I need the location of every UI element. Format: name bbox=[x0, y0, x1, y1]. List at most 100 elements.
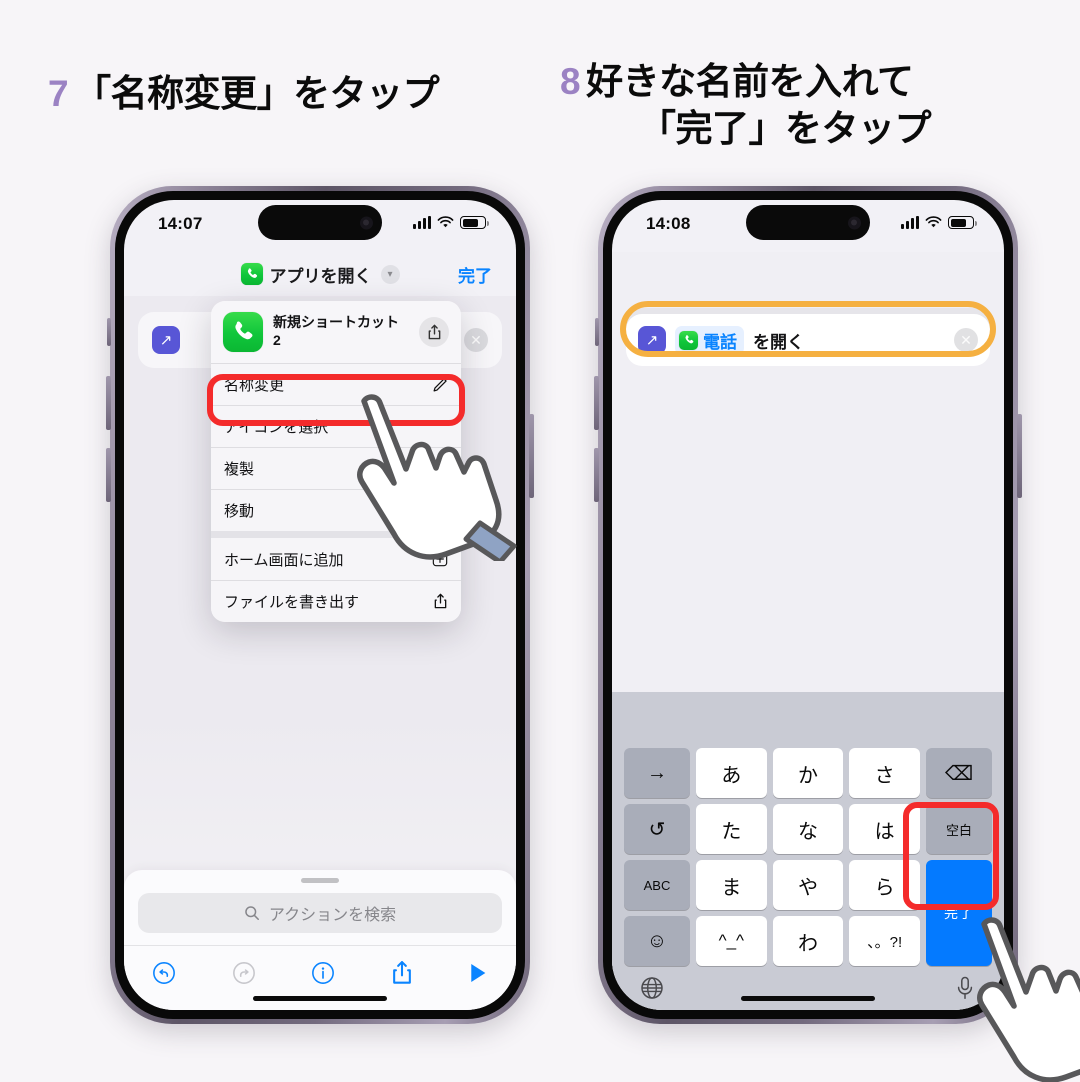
share-icon bbox=[433, 593, 448, 610]
context-menu-item-move[interactable]: 移動 bbox=[211, 489, 461, 531]
status-bar: 14:07 bbox=[124, 200, 516, 252]
key-a[interactable]: あ bbox=[696, 748, 767, 798]
iphone-right: 14:08 電話 bbox=[594, 186, 1022, 1024]
volume-down-button[interactable] bbox=[106, 448, 111, 502]
undo-icon[interactable] bbox=[152, 961, 176, 990]
plus-square-icon bbox=[432, 551, 448, 567]
bottom-sheet: アクションを検索 bbox=[124, 870, 516, 1010]
open-app-arrow-icon: ↗ bbox=[638, 326, 666, 354]
close-circle-icon[interactable]: ✕ bbox=[464, 328, 488, 352]
step-heading-line2: 「完了」をタップ bbox=[639, 108, 932, 150]
microphone-icon[interactable] bbox=[954, 976, 976, 1005]
key-ta[interactable]: た bbox=[696, 804, 767, 854]
action-row-suffix: を開く bbox=[753, 332, 804, 352]
step-number: 8 bbox=[560, 61, 581, 102]
front-camera-icon bbox=[848, 216, 861, 229]
volume-up-button[interactable] bbox=[594, 376, 599, 430]
step-heading-text: 「名称変更」をタップ bbox=[74, 73, 440, 114]
key-done[interactable]: 完了 bbox=[925, 860, 992, 966]
key-punctuation[interactable]: 、。?! bbox=[849, 916, 920, 966]
search-placeholder-text: アクションを検索 bbox=[268, 907, 397, 924]
key-emoji[interactable]: ☺ bbox=[624, 916, 690, 966]
cellular-bars-icon bbox=[901, 216, 919, 229]
home-indicator bbox=[741, 996, 875, 1001]
context-menu-title: 新規ショートカット 2 bbox=[273, 314, 399, 348]
pencil-icon bbox=[432, 377, 448, 393]
key-kaomoji[interactable]: ^_^ bbox=[696, 916, 767, 966]
step-7-heading: 7 「名称変更」をタップ bbox=[48, 70, 440, 117]
step-8-heading: 8 好きな名前を入れて 「完了」をタップ bbox=[560, 58, 1030, 153]
wifi-icon bbox=[437, 216, 454, 228]
context-menu-item-choose-icon[interactable]: アイコンを選択 bbox=[211, 405, 461, 447]
nav-title-label: アプリを開く bbox=[269, 266, 372, 286]
volume-down-button[interactable] bbox=[594, 448, 599, 502]
silent-switch[interactable] bbox=[595, 318, 599, 346]
key-space[interactable]: 空白 bbox=[925, 804, 992, 854]
chevron-down-icon[interactable]: ▾ bbox=[380, 264, 400, 284]
context-menu-item-label: 移動 bbox=[224, 503, 255, 520]
dynamic-island bbox=[746, 205, 870, 240]
key-ka[interactable]: か bbox=[772, 748, 844, 798]
navigation-bar: アプリを開く ▾ 完了 bbox=[124, 252, 516, 296]
phone-bezel: 14:07 アプリを開く ▾ 完了 ↗ ✕ 新規ショートカット 2 名称変更 ア… bbox=[115, 191, 525, 1019]
key-abc[interactable]: ABC bbox=[624, 860, 690, 910]
shortcut-editor-body: ↗ 電話 ✕ 新規ショートカット 2 bbox=[124, 296, 516, 1010]
step-heading-line1: 好きな名前を入れて bbox=[586, 61, 914, 102]
redo-icon bbox=[232, 961, 256, 990]
key-sa[interactable]: さ bbox=[849, 748, 920, 798]
share-icon[interactable] bbox=[419, 317, 449, 347]
key-wa[interactable]: わ bbox=[772, 916, 844, 966]
action-row[interactable]: ↗ 電話 を開く ✕ bbox=[626, 314, 990, 366]
search-icon bbox=[245, 906, 259, 920]
phone-bezel: 14:08 電話 bbox=[603, 191, 1013, 1019]
key-next-candidate[interactable]: → bbox=[624, 748, 690, 798]
phone-app-icon bbox=[223, 312, 263, 352]
keyboard-grid: → あ か さ ⌫ ↺ た な は 空白 ABC ま や ら 完了 ☺ ^_^ … bbox=[618, 748, 998, 966]
power-button[interactable] bbox=[529, 414, 534, 498]
japanese-keyboard: → あ か さ ⌫ ↺ た な は 空白 ABC ま や ら 完了 ☺ ^_^ … bbox=[612, 692, 1004, 1010]
globe-icon[interactable] bbox=[640, 976, 664, 1005]
silent-switch[interactable] bbox=[107, 318, 111, 346]
iphone-left: 14:07 アプリを開く ▾ 完了 ↗ ✕ 新規ショートカット 2 名称変更 ア… bbox=[106, 186, 534, 1024]
context-menu-item-label: ホーム画面に追加 bbox=[224, 551, 344, 569]
key-ha[interactable]: は bbox=[849, 804, 920, 854]
info-icon[interactable] bbox=[311, 961, 335, 990]
close-circle-icon[interactable]: ✕ bbox=[954, 328, 978, 352]
key-na[interactable]: な bbox=[772, 804, 844, 854]
power-button[interactable] bbox=[1017, 414, 1022, 498]
share-icon[interactable] bbox=[391, 960, 413, 990]
key-ya[interactable]: や bbox=[772, 860, 844, 910]
play-icon[interactable] bbox=[468, 962, 488, 989]
step-number: 7 bbox=[48, 73, 69, 114]
status-bar: 14:08 bbox=[612, 200, 1004, 252]
wifi-icon bbox=[925, 216, 942, 228]
key-undo[interactable]: ↺ bbox=[624, 804, 690, 854]
cellular-bars-icon bbox=[413, 216, 431, 229]
open-app-arrow-icon: ↗ bbox=[152, 326, 180, 354]
app-token[interactable]: 電話 bbox=[675, 325, 744, 355]
app-token-label: 電話 bbox=[703, 332, 737, 352]
screen-left: 14:07 アプリを開く ▾ 完了 ↗ ✕ 新規ショートカット 2 名称変更 ア… bbox=[124, 200, 516, 1010]
volume-up-button[interactable] bbox=[106, 376, 111, 430]
phone-app-icon bbox=[240, 263, 263, 285]
nav-done-button[interactable]: 完了 bbox=[458, 262, 492, 287]
dynamic-island bbox=[258, 205, 382, 240]
context-menu-item-duplicate[interactable]: 複製 bbox=[211, 447, 461, 489]
status-indicators bbox=[413, 216, 489, 229]
context-menu-header: 新規ショートカット 2 bbox=[211, 301, 461, 363]
folder-icon bbox=[431, 503, 448, 518]
status-time: 14:08 bbox=[646, 214, 691, 233]
key-ra[interactable]: ら bbox=[849, 860, 920, 910]
home-indicator bbox=[253, 996, 387, 1001]
search-input[interactable]: アクションを検索 bbox=[138, 893, 502, 933]
nav-title-group[interactable]: アプリを開く ▾ bbox=[240, 262, 400, 287]
phone-app-icon bbox=[679, 330, 698, 350]
battery-icon bbox=[948, 216, 977, 229]
context-menu-item-rename[interactable]: 名称変更 bbox=[211, 363, 461, 405]
status-time: 14:07 bbox=[158, 214, 203, 233]
context-menu-item-add-home-screen[interactable]: ホーム画面に追加 bbox=[211, 538, 461, 580]
context-menu-item-export-file[interactable]: ファイルを書き出す bbox=[211, 580, 461, 622]
key-ma[interactable]: ま bbox=[696, 860, 767, 910]
sheet-grabber[interactable] bbox=[301, 878, 339, 883]
key-backspace[interactable]: ⌫ bbox=[925, 748, 992, 798]
